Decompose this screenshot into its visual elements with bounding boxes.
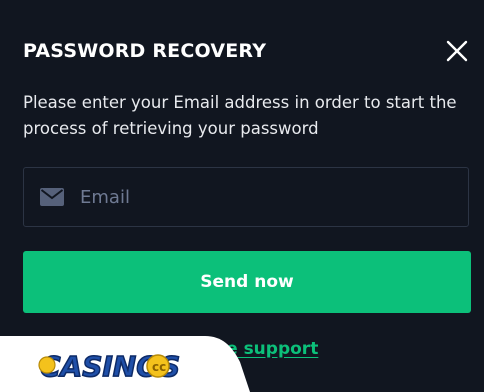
- email-input[interactable]: [80, 168, 450, 226]
- svg-text:cc: cc: [152, 360, 166, 374]
- email-field[interactable]: [23, 167, 469, 227]
- envelope-icon: [40, 188, 64, 206]
- close-icon: [446, 40, 468, 62]
- password-recovery-modal: PASSWORD RECOVERY Please enter your Emai…: [0, 0, 484, 392]
- close-button[interactable]: [444, 38, 470, 64]
- send-now-button[interactable]: Send now: [23, 251, 471, 313]
- casinos-watermark-logo: CASINOS cc: [0, 336, 250, 392]
- modal-description: Please enter your Email address in order…: [23, 93, 457, 138]
- modal-title: PASSWORD RECOVERY: [23, 40, 267, 62]
